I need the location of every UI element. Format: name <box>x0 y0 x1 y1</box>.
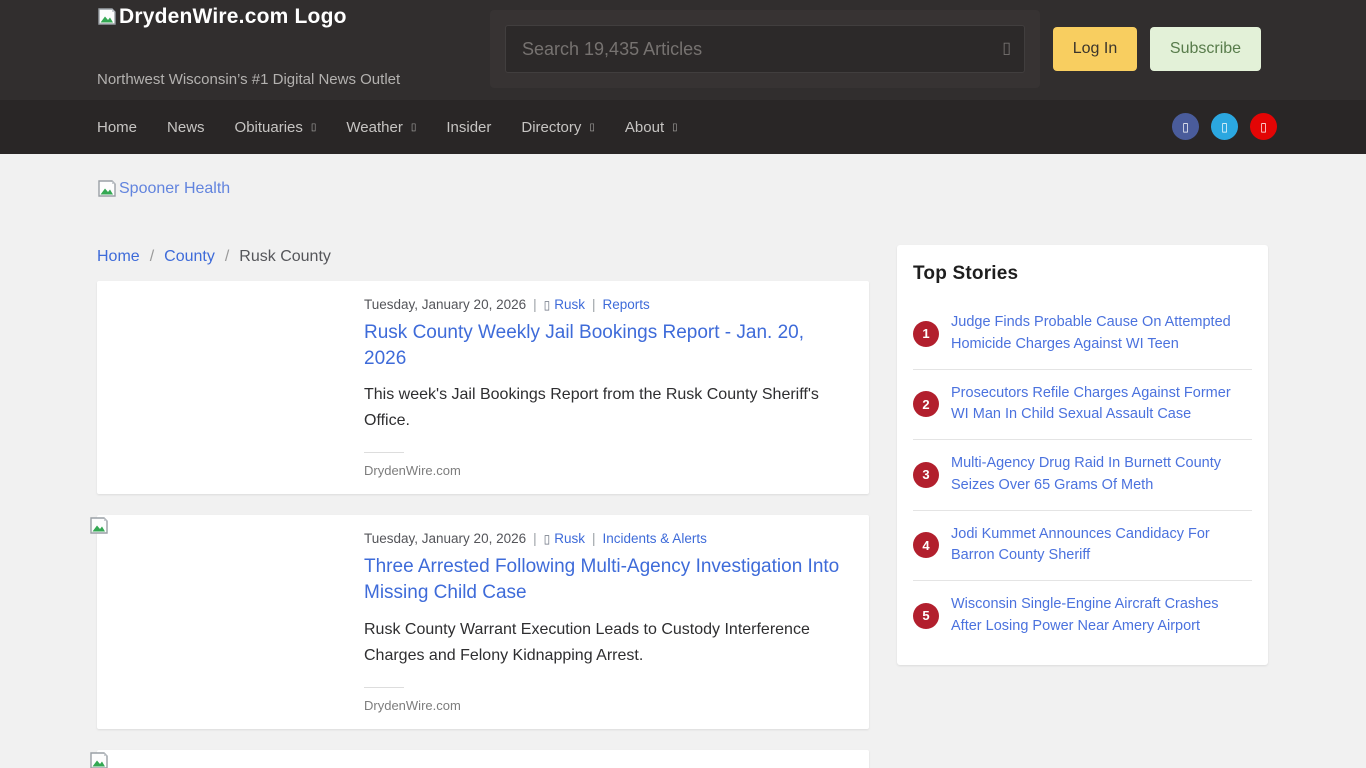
article-card: Monday, January 19, 2026|▯Rusk|Crime & C… <box>97 749 869 768</box>
top-story-link[interactable]: Judge Finds Probable Cause On Attempted … <box>951 312 1231 356</box>
article-summary: This week's Jail Bookings Report from th… <box>364 386 819 430</box>
page: DrydenWire.com Logo Northwest Wisconsin’… <box>0 0 1366 768</box>
article-title-link[interactable]: Three Arrested Following Multi-Agency In… <box>364 554 845 606</box>
top-story-link[interactable]: Wisconsin Single-Engine Aircraft Crashes… <box>951 594 1231 638</box>
top-stories-title: Top Stories <box>913 263 1019 284</box>
broken-image-icon <box>89 752 109 768</box>
twitter-icon[interactable]: ▯ <box>1211 113 1238 140</box>
youtube-icon[interactable]: ▯ <box>1250 113 1277 140</box>
dropdown-caret-icon: ▯ <box>310 121 317 133</box>
story-rank-badge: 2 <box>913 391 939 418</box>
top-story-link[interactable]: Jodi Kummet Announces Candidacy For Barr… <box>951 524 1231 568</box>
breadcrumb-separator: / <box>224 248 230 265</box>
top-story-item: 5 Wisconsin Single-Engine Aircraft Crash… <box>913 581 1252 651</box>
article-summary: Rusk County Warrant Execution Leads to C… <box>364 620 810 664</box>
article-source: DrydenWire.com <box>364 697 461 713</box>
article-county-link[interactable]: Rusk <box>554 297 585 312</box>
dropdown-caret-icon: ▯ <box>410 121 417 133</box>
login-button[interactable]: Log In <box>1053 27 1137 71</box>
article-meta: Tuesday, January 20, 2026 | ▯ Rusk | Incident… <box>364 531 707 547</box>
breadcrumb-home[interactable]: Home <box>97 248 140 265</box>
nav-item-home[interactable]: Home <box>97 119 137 136</box>
nav-item-insider[interactable]: Insider <box>446 119 491 136</box>
top-story-item: 3 Multi-Agency Drug Raid In Burnett Coun… <box>913 440 1252 511</box>
nav-item-news[interactable]: News <box>167 119 205 136</box>
site-header: DrydenWire.com Logo Northwest Wisconsin’… <box>0 0 1366 100</box>
article-card: Tuesday, January 20, 2026 | ▯ Rusk | Incident… <box>97 515 869 729</box>
search-input[interactable] <box>505 25 1025 73</box>
source-divider <box>364 686 404 688</box>
breadcrumb-rusk-county: Rusk County <box>239 248 331 265</box>
top-story-item: 2 Prosecutors Refile Charges Against For… <box>913 370 1252 440</box>
nav-item-weather[interactable]: Weather ▯ <box>346 119 416 136</box>
dropdown-caret-icon: ▯ <box>589 121 595 133</box>
breadcrumb: Home / County / Rusk County <box>97 248 331 266</box>
nav-item-obituaries[interactable]: Obituaries ▯ <box>235 119 317 136</box>
dropdown-caret-icon: ▯ <box>672 121 678 133</box>
spooner-health-link[interactable]: Spooner Health <box>97 180 230 198</box>
article-title-link[interactable]: Rusk County Weekly Jail Bookings Report … <box>364 320 845 372</box>
story-rank-badge: 1 <box>913 320 939 347</box>
main-nav: Home News Obituaries ▯ Weather ▯ Insider D… <box>0 100 1366 154</box>
nav-item-about[interactable]: About ▯ <box>625 119 678 136</box>
broken-image-icon <box>89 517 109 540</box>
site-logo-link[interactable]: DrydenWire.com Logo <box>97 5 347 29</box>
breadcrumb-county[interactable]: County <box>164 248 215 265</box>
nav-item-directory[interactable]: Directory ▯ <box>521 119 595 136</box>
search-icon[interactable]: ▯ <box>1002 38 1011 60</box>
article-date: Tuesday, January 20, 2026 <box>364 297 527 312</box>
top-story-link[interactable]: Multi-Agency Drug Raid In Burnett County… <box>951 453 1231 497</box>
article-source: DrydenWire.com <box>364 463 461 479</box>
top-story-item: 4 Jodi Kummet Announces Candidacy For Ba… <box>913 511 1252 581</box>
top-story-link[interactable]: Prosecutors Refile Charges Against Forme… <box>951 383 1231 427</box>
story-rank-badge: 5 <box>913 602 939 629</box>
source-divider <box>364 452 404 454</box>
article-county-link[interactable]: Rusk <box>554 531 585 546</box>
site-tagline: Northwest Wisconsin’s #1 Digital News Ou… <box>97 71 401 88</box>
top-stories-panel: Top Stories 1 Judge Finds Probable Cause… <box>897 245 1268 665</box>
top-story-item: 1 Judge Finds Probable Cause On Attempte… <box>913 299 1252 370</box>
site-logo-text: DrydenWire.com Logo <box>119 5 347 28</box>
article-meta: Tuesday, January 20, 2026 | ▯ Rusk | Reports <box>364 297 650 312</box>
broken-image-icon <box>97 180 117 198</box>
subscribe-button[interactable]: Subscribe <box>1150 27 1261 71</box>
story-rank-badge: 4 <box>913 532 939 559</box>
facebook-icon[interactable]: ▯ <box>1172 113 1199 140</box>
county-icon: ▯ <box>543 298 551 312</box>
article-category-link[interactable]: Reports <box>603 297 650 312</box>
breadcrumb-separator: / <box>149 248 155 265</box>
article-category-link[interactable]: Incidents & Alerts <box>603 531 707 546</box>
search-panel: ▯ <box>490 10 1040 88</box>
spooner-health-alt-text: Spooner Health <box>119 180 231 197</box>
article-date: Tuesday, January 20, 2026 <box>364 531 527 547</box>
article-list: Tuesday, January 20, 2026 | ▯ Rusk | Reports … <box>97 281 869 768</box>
broken-image-icon <box>97 8 117 26</box>
article-card: Tuesday, January 20, 2026 | ▯ Rusk | Reports … <box>97 281 869 495</box>
county-icon: ▯ <box>543 532 551 547</box>
story-rank-badge: 3 <box>913 461 939 488</box>
